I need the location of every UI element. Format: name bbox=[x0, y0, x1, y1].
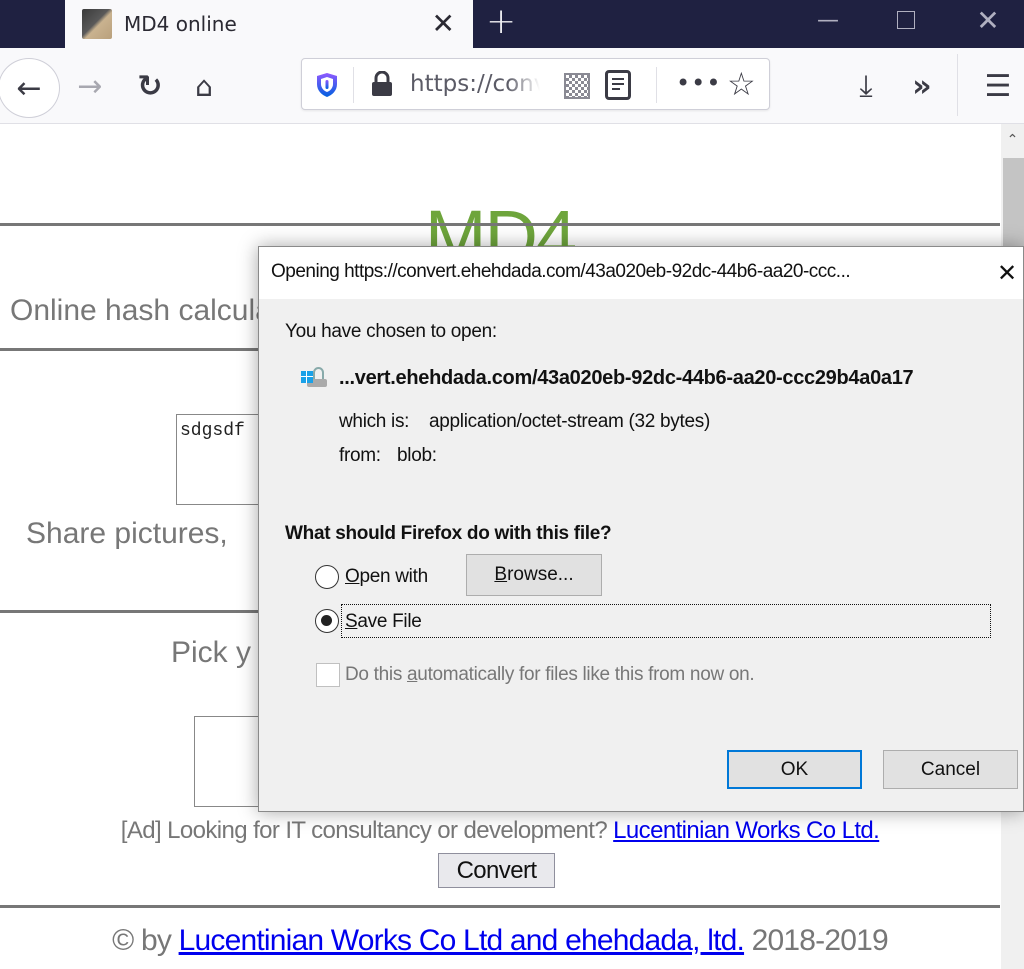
divider bbox=[0, 905, 1000, 908]
maximize-button[interactable] bbox=[866, 0, 946, 40]
save-file-focus-ring bbox=[341, 604, 991, 638]
auto-action-checkbox[interactable] bbox=[316, 663, 340, 687]
back-button[interactable]: ← bbox=[0, 58, 60, 118]
cancel-button[interactable]: Cancel bbox=[883, 750, 1018, 789]
open-with-radio[interactable] bbox=[315, 565, 339, 589]
auto-action-label: Do this automatically for files like thi… bbox=[345, 664, 755, 685]
browse-button[interactable]: Browse... bbox=[466, 554, 602, 596]
footer-suffix: 2018-2019 bbox=[744, 924, 889, 957]
minimize-button[interactable]: — bbox=[788, 0, 868, 40]
pick-text: Pick y bbox=[171, 636, 252, 669]
qr-code-icon[interactable] bbox=[564, 73, 590, 99]
url-text[interactable]: https://convert.ehehdada.com bbox=[410, 71, 540, 97]
ok-button[interactable]: OK bbox=[727, 750, 862, 789]
save-file-radio[interactable] bbox=[315, 609, 339, 633]
bookmark-star-icon[interactable]: ☆ bbox=[727, 65, 756, 103]
scroll-up-arrow-icon[interactable]: ⌃ bbox=[1001, 124, 1024, 156]
footer-prefix: © by bbox=[112, 924, 179, 957]
footer: © by Lucentinian Works Co Ltd and ehehda… bbox=[0, 924, 1000, 958]
divider bbox=[0, 223, 1000, 226]
action-question: What should Firefox do with this file? bbox=[285, 523, 612, 544]
downloads-button[interactable]: ⤓ bbox=[846, 66, 886, 106]
footer-link[interactable]: Lucentinian Works Co Ltd and ehehdada, l… bbox=[179, 924, 745, 957]
url-separator bbox=[656, 67, 657, 103]
share-text: Share pictures, bbox=[26, 517, 228, 550]
save-file-label[interactable]: Save File bbox=[345, 611, 422, 633]
url-bar[interactable]: https://convert.ehehdada.com ••• ☆ bbox=[301, 58, 770, 110]
from-value: blob: bbox=[397, 445, 437, 466]
tab-md4-online[interactable]: MD4 online ✕ bbox=[65, 0, 473, 48]
tab-close-icon[interactable]: ✕ bbox=[432, 8, 455, 40]
forward-button[interactable]: → bbox=[70, 66, 110, 106]
home-button[interactable]: ⌂ bbox=[184, 66, 224, 106]
page-actions-more-icon[interactable]: ••• bbox=[676, 69, 721, 97]
toolbar-separator bbox=[957, 54, 958, 116]
which-is-label: which is: bbox=[339, 411, 410, 432]
tracking-protection-shield-icon[interactable] bbox=[316, 72, 338, 98]
dialog-titlebar[interactable]: Opening https://convert.ehehdada.com/43a… bbox=[259, 247, 1023, 299]
tab-favicon-icon bbox=[82, 9, 112, 39]
new-tab-button[interactable]: + bbox=[486, 2, 516, 42]
open-file-dialog: Opening https://convert.ehehdada.com/43a… bbox=[258, 246, 1024, 812]
reader-view-icon[interactable] bbox=[605, 70, 631, 100]
open-with-label[interactable]: Open with bbox=[345, 566, 428, 588]
file-type-icon bbox=[301, 363, 331, 391]
ad-prefix: [Ad] Looking for IT consultancy or devel… bbox=[120, 817, 614, 844]
tab-strip: MD4 online ✕ + — ✕ bbox=[0, 0, 1024, 48]
tab-title: MD4 online bbox=[124, 12, 237, 36]
hamburger-menu-button[interactable]: ☰ bbox=[978, 66, 1018, 106]
ad-link[interactable]: Lucentinian Works Co Ltd. bbox=[613, 817, 880, 844]
overflow-menu-button[interactable]: » bbox=[902, 66, 942, 106]
file-name: ...vert.ehehdada.com/43a020eb-92dc-44b6-… bbox=[339, 367, 914, 389]
lock-icon[interactable] bbox=[370, 71, 394, 97]
maximize-icon bbox=[897, 11, 915, 29]
reload-button[interactable]: ↻ bbox=[130, 66, 170, 106]
chosen-label: You have chosen to open: bbox=[285, 321, 497, 342]
dialog-close-icon[interactable]: ✕ bbox=[997, 259, 1017, 287]
which-is-value: application/octet-stream (32 bytes) bbox=[429, 411, 710, 432]
from-label: from: bbox=[339, 445, 381, 466]
window-close-button[interactable]: ✕ bbox=[948, 0, 1024, 40]
dialog-title: Opening https://convert.ehehdada.com/43a… bbox=[271, 261, 851, 282]
ad-text: [Ad] Looking for IT consultancy or devel… bbox=[0, 817, 1000, 845]
url-separator bbox=[353, 67, 354, 103]
navigation-toolbar: ← → ↻ ⌂ https://convert.ehehdada.com •••… bbox=[0, 48, 1024, 124]
convert-button[interactable]: Convert bbox=[438, 853, 555, 888]
